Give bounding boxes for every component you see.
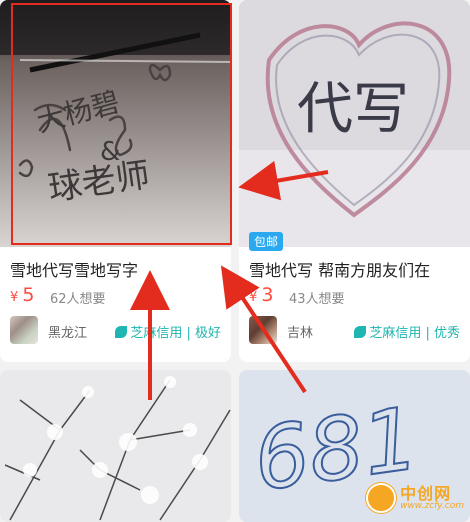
price-amount: 5	[22, 284, 35, 306]
watermark: 中创网 www.zcfy.com	[366, 480, 464, 516]
listing-price-1: ¥ 5	[10, 284, 35, 306]
credit-text-1: 芝麻信用 | 极好	[130, 326, 221, 341]
currency-symbol: ¥	[249, 290, 258, 305]
watermark-name: 中创网	[400, 483, 452, 503]
avatar[interactable]	[10, 316, 38, 344]
watermark-logo-icon	[366, 483, 397, 513]
listing-card-3[interactable]	[0, 370, 231, 522]
listing-price-2: ¥ 3	[249, 284, 274, 306]
listing-image-3[interactable]	[0, 370, 231, 522]
seller-location-1: 黑龙江	[48, 326, 88, 341]
seller-row-1[interactable]: 黑龙江 芝麻信用 | 极好	[10, 316, 221, 346]
listing-card-2[interactable]: 代写 包邮 雪地代写 帮南方朋友们在 ¥ 3 43人想要 吉林 芝麻信用 | 优…	[239, 0, 470, 362]
avatar[interactable]	[249, 316, 277, 344]
currency-symbol: ¥	[10, 290, 19, 305]
price-amount: 3	[261, 284, 274, 306]
sesame-leaf-icon	[354, 326, 367, 338]
snow-text-4: 代写	[297, 77, 409, 142]
credit-text-2: 芝麻信用 | 优秀	[369, 326, 460, 341]
listing-card-1[interactable]: 大杨碧 & 球老师 雪地代写雪地写字 ¥ 5 62人想要 黑龙江 芝麻信用 | …	[0, 0, 231, 362]
listing-title-2[interactable]: 雪地代写 帮南方朋友们在	[249, 257, 463, 281]
listing-title-1[interactable]: 雪地代写雪地写字	[10, 257, 224, 281]
seller-row-2[interactable]: 吉林 芝麻信用 | 优秀	[249, 316, 460, 346]
listing-grid: 大杨碧 & 球老师 雪地代写雪地写字 ¥ 5 62人想要 黑龙江 芝麻信用 | …	[0, 0, 470, 522]
listing-image-1[interactable]: 大杨碧 & 球老师	[0, 0, 231, 247]
credit-badge-2: 芝麻信用 | 优秀	[354, 322, 460, 341]
listing-image-2[interactable]: 代写	[239, 0, 470, 247]
sesame-leaf-icon	[115, 326, 128, 338]
watermark-url: www.zcfy.com	[400, 500, 464, 511]
want-count-2: 43人想要	[289, 292, 345, 307]
free-shipping-badge: 包邮	[249, 232, 284, 251]
credit-badge-1: 芝麻信用 | 极好	[115, 322, 221, 341]
seller-location-2: 吉林	[287, 326, 314, 341]
want-count-1: 62人想要	[50, 292, 106, 307]
